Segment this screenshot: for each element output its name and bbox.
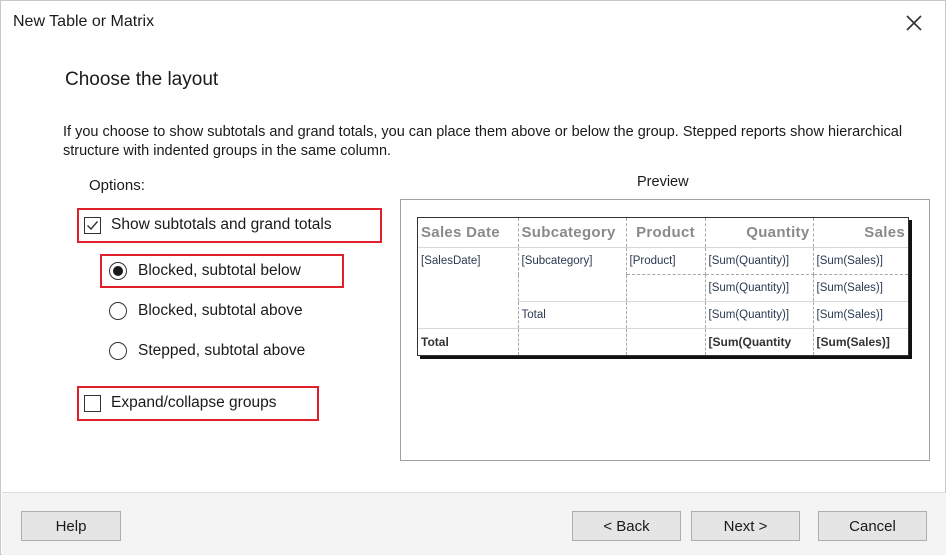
expand-collapse-checkbox[interactable]: Expand/collapse groups — [84, 394, 276, 412]
preview-header-cell: Sales Date — [418, 218, 519, 248]
preview-table: Sales Date Subcategory Product Quantity … — [418, 218, 908, 355]
checkbox-box[interactable] — [84, 394, 101, 412]
radio-label: Stepped, subtotal above — [138, 342, 306, 359]
show-subtotals-checkbox[interactable]: Show subtotals and grand totals — [84, 216, 332, 234]
preview-cell: Total — [518, 301, 627, 329]
preview-cell: Total — [418, 328, 519, 355]
preview-cell: [Sum(Quantity)] — [705, 301, 814, 329]
preview-header-cell: Product — [626, 218, 706, 248]
preview-header-cell: Quantity — [705, 218, 814, 248]
preview-cell: [SalesDate] — [418, 247, 519, 275]
preview-cell: [Sum(Sales)] — [813, 274, 908, 302]
preview-cell: [Subcategory] — [518, 247, 627, 275]
radio-button[interactable] — [109, 302, 127, 320]
preview-header-cell: Sales — [813, 218, 908, 248]
expand-collapse-label: Expand/collapse groups — [111, 394, 277, 411]
help-button[interactable]: Help — [21, 511, 121, 541]
preview-cell — [418, 301, 519, 329]
checkbox-box[interactable] — [84, 216, 101, 234]
radio-button-selected[interactable] — [109, 262, 127, 280]
preview-cell — [518, 328, 627, 355]
preview-table-container: Sales Date Subcategory Product Quantity … — [417, 217, 909, 356]
radio-button[interactable] — [109, 342, 127, 360]
cancel-button[interactable]: Cancel — [818, 511, 927, 541]
preview-row: [Sum(Quantity)] [Sum(Sales)] — [418, 274, 908, 302]
dialog-footer: Help < Back Next > Cancel — [2, 492, 946, 555]
close-icon — [906, 15, 922, 31]
show-subtotals-label: Show subtotals and grand totals — [111, 216, 332, 233]
back-button[interactable]: < Back — [572, 511, 681, 541]
dialog-title: New Table or Matrix — [13, 13, 155, 30]
preview-cell: [Sum(Sales)] — [813, 247, 908, 275]
radio-label: Blocked, subtotal below — [138, 262, 301, 279]
radio-dot-icon — [113, 266, 123, 276]
radio-stepped-subtotal-above[interactable]: Stepped, subtotal above — [109, 342, 305, 360]
preview-total-row: Total [Sum(Quantity [Sum(Sales)] — [418, 328, 908, 355]
preview-header-cell: Subcategory — [518, 218, 627, 248]
preview-header-row: Sales Date Subcategory Product Quantity … — [418, 218, 908, 248]
preview-cell — [626, 328, 706, 355]
page-description: If you choose to show subtotals and gran… — [63, 124, 903, 159]
checkmark-icon — [87, 220, 99, 230]
radio-blocked-subtotal-above[interactable]: Blocked, subtotal above — [109, 302, 303, 320]
next-button[interactable]: Next > — [691, 511, 800, 541]
dialog-window: New Table or Matrix Choose the layout If… — [0, 0, 946, 555]
preview-cell — [418, 274, 519, 302]
preview-cell — [626, 301, 706, 329]
radio-blocked-subtotal-below[interactable]: Blocked, subtotal below — [109, 262, 301, 280]
preview-cell: [Product] — [626, 247, 706, 275]
preview-cell — [518, 274, 627, 302]
preview-cell — [626, 274, 706, 302]
preview-row: Total [Sum(Quantity)] [Sum(Sales)] — [418, 301, 908, 329]
options-label: Options: — [89, 177, 145, 194]
preview-label: Preview — [637, 174, 689, 190]
page-heading: Choose the layout — [65, 69, 219, 90]
preview-cell: [Sum(Quantity — [705, 328, 814, 355]
preview-cell: [Sum(Sales)] — [816, 335, 890, 349]
preview-cell: [Sum(Sales)] — [813, 301, 908, 329]
preview-row: [SalesDate] [Subcategory] [Product] [Sum… — [418, 247, 908, 275]
radio-label: Blocked, subtotal above — [138, 302, 303, 319]
preview-cell: [Sum(Quantity)] — [705, 274, 814, 302]
close-button[interactable] — [900, 9, 928, 37]
preview-cell: [Sum(Quantity)] — [705, 247, 814, 275]
